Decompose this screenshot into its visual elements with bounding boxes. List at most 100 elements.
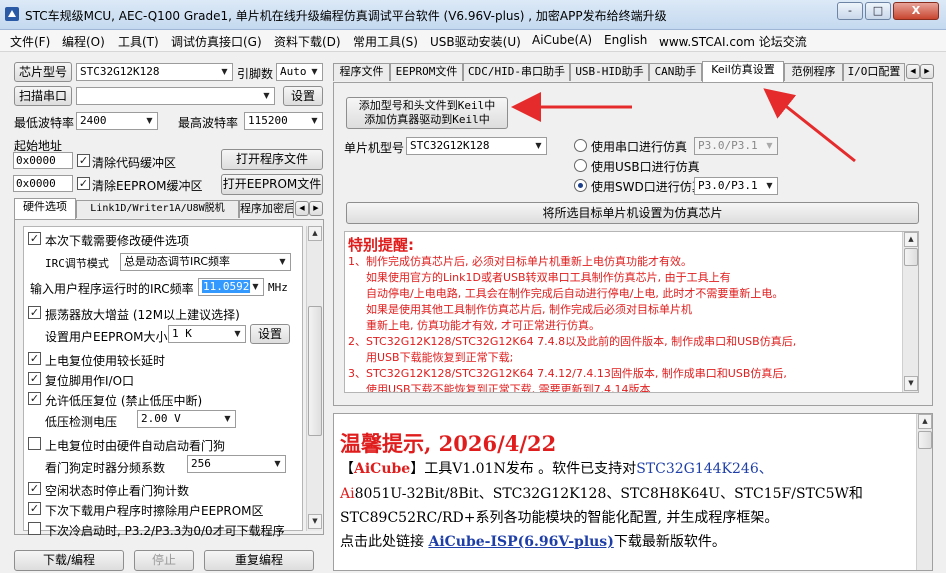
tab-sample-programs[interactable]: 范例程序 xyxy=(784,63,843,81)
serial-sim-radio[interactable] xyxy=(574,139,587,152)
usb-sim-radio[interactable] xyxy=(574,159,587,172)
tab-eeprom-file[interactable]: EEPROM文件 xyxy=(390,63,463,81)
news-scrollbar[interactable]: ▲ xyxy=(916,414,932,570)
open-program-file-button[interactable]: 打开程序文件 xyxy=(221,149,323,170)
scroll-down-icon[interactable]: ▼ xyxy=(308,514,322,529)
reset-pin-io-checkbox[interactable]: ✓ xyxy=(28,372,41,385)
eeprom-start-address-input[interactable]: 0x0000 xyxy=(13,175,73,192)
cold-boot-download-checkbox[interactable] xyxy=(28,522,41,535)
tab-io-config[interactable]: I/O口配置 xyxy=(843,63,905,81)
menu-tools[interactable]: 工具(T) xyxy=(118,33,159,50)
menu-debug[interactable]: 调试仿真接口(G) xyxy=(171,33,262,50)
tab-program-file[interactable]: 程序文件 xyxy=(333,63,390,81)
pin-count-select[interactable]: Auto ▼ xyxy=(276,63,323,81)
scroll-thumb[interactable] xyxy=(308,306,322,436)
idle-watchdog-stop-checkbox[interactable]: ✓ xyxy=(28,482,41,495)
max-baud-label: 最高波特率 xyxy=(178,116,239,130)
min-baud-select[interactable]: 2400 ▼ xyxy=(76,112,158,130)
tab-can-assistant[interactable]: CAN助手 xyxy=(649,63,702,81)
chevron-down-icon: ▼ xyxy=(252,282,259,291)
clear-code-buffer-checkbox[interactable]: ✓ xyxy=(77,154,90,167)
low-voltage-detect-select[interactable]: 2.00 V ▼ xyxy=(137,410,236,428)
irc-mode-select[interactable]: 总是动态调节IRC频率 ▼ xyxy=(120,253,291,271)
tab-scroll-left-icon[interactable]: ◀ xyxy=(295,201,309,216)
long-reset-delay-checkbox[interactable]: ✓ xyxy=(28,352,41,365)
notice-line: 自动停电/上电电路, 工具会在制作完成后自动进行停电/上电, 此时才不需要重新上… xyxy=(366,287,784,300)
scroll-up-icon[interactable]: ▲ xyxy=(904,232,918,247)
port-settings-button[interactable]: 设置 xyxy=(283,86,323,106)
watchdog-prescaler-select[interactable]: 256 ▼ xyxy=(187,455,286,473)
menu-common-tools[interactable]: 常用工具(S) xyxy=(353,33,418,50)
aicube-link[interactable]: AiCube xyxy=(354,461,410,477)
clear-eeprom-buffer-checkbox[interactable]: ✓ xyxy=(77,177,90,190)
window-title: STC车规级MCU, AEC-Q100 Grade1, 单片机在线升级编程仿真调… xyxy=(25,9,667,23)
chip-model-button[interactable]: 芯片型号 xyxy=(14,62,72,82)
eeprom-size-set-button[interactable]: 设置 xyxy=(250,324,290,344)
swd-sim-radio[interactable] xyxy=(574,179,587,192)
hardware-options-scrollbar[interactable]: ▲ ▼ xyxy=(306,226,322,531)
tab-scroll-left-icon[interactable]: ◀ xyxy=(906,64,920,79)
stop-button[interactable]: 停止 xyxy=(134,550,194,571)
news-title: 温馨提示, 2026/4/22 xyxy=(340,431,557,456)
erase-eeprom-checkbox[interactable]: ✓ xyxy=(28,502,41,515)
title-bar[interactable]: STC车规级MCU, AEC-Q100 Grade1, 单片机在线升级编程仿真调… xyxy=(0,0,946,30)
chevron-down-icon: ▼ xyxy=(221,67,228,76)
hw-watchdog-checkbox[interactable] xyxy=(28,437,41,450)
tab-scroll-right-icon[interactable]: ▶ xyxy=(920,64,934,79)
notice-line: 使用USB下载不能恢复到正常下载, 需要更新到7.4.14版本 xyxy=(366,383,651,393)
chip-model-select[interactable]: STC32G12K128 ▼ xyxy=(76,63,233,81)
osc-gain-checkbox[interactable]: ✓ xyxy=(28,306,41,319)
serial-sim-port-select[interactable]: P3.0/P3.1 ▼ xyxy=(694,137,778,155)
aicube-isp-download-link[interactable]: AiCube-ISP(6.96V-plus) xyxy=(428,534,613,550)
scroll-up-icon[interactable]: ▲ xyxy=(308,226,322,241)
eeprom-size-select[interactable]: 1 K ▼ xyxy=(168,325,246,343)
menu-program[interactable]: 编程(O) xyxy=(62,33,105,50)
cold-boot-download-label: 下次冷启动时, P3.2/P3.3为0/0才可下载程序 xyxy=(45,524,285,538)
download-program-button[interactable]: 下载/编程 xyxy=(14,550,124,571)
scan-port-button[interactable]: 扫描串口 xyxy=(14,86,72,106)
chevron-down-icon: ▼ xyxy=(535,141,542,150)
menu-website[interactable]: www.STCAI.com 论坛交流 xyxy=(659,33,807,50)
menu-aicube[interactable]: AiCube(A) xyxy=(532,33,592,47)
tab-program-encrypt[interactable]: 程序加密后 xyxy=(239,200,294,218)
set-sim-chip-button[interactable]: 将所选目标单片机设置为仿真芯片 xyxy=(346,202,919,224)
modify-hw-checkbox[interactable]: ✓ xyxy=(28,232,41,245)
open-eeprom-file-button[interactable]: 打开EEPROM文件 xyxy=(221,174,323,195)
notice-line: 3、STC32G12K128/STC32G12K64 7.4.12/7.4.13… xyxy=(348,367,787,380)
chevron-down-icon: ▼ xyxy=(224,414,231,423)
hardware-options-panel: ✓ 本次下载需要修改硬件选项 IRC调节模式 总是动态调节IRC频率 ▼ 输入用户… xyxy=(14,219,324,538)
swd-sim-port-select[interactable]: P3.0/P3.1 ▼ xyxy=(694,177,778,195)
tab-usb-hid-assistant[interactable]: USB-HID助手 xyxy=(570,63,649,81)
notice-scrollbar[interactable]: ▲ ▼ xyxy=(902,232,918,392)
chevron-down-icon: ▼ xyxy=(146,116,153,125)
scroll-thumb[interactable] xyxy=(904,248,918,266)
tab-keil-sim-settings[interactable]: Keil仿真设置 xyxy=(702,61,784,82)
minimize-button[interactable]: - xyxy=(837,2,863,20)
scroll-up-icon[interactable]: ▲ xyxy=(918,414,932,429)
tab-offline-programmer[interactable]: Link1D/Writer1A/U8W脱机 xyxy=(76,200,239,218)
menu-usb-driver[interactable]: USB驱动安装(U) xyxy=(430,33,521,50)
tab-cdc-serial-assistant[interactable]: CDC/HID-串口助手 xyxy=(463,63,570,81)
code-start-address-input[interactable]: 0x0000 xyxy=(13,152,73,169)
chevron-down-icon: ▼ xyxy=(311,116,318,125)
tab-scroll-right-icon[interactable]: ▶ xyxy=(309,201,323,216)
menu-download[interactable]: 资料下载(D) xyxy=(274,33,341,50)
add-to-keil-button[interactable]: 添加型号和头文件到Keil中 添加仿真器驱动到Keil中 xyxy=(346,97,508,129)
repeat-program-button[interactable]: 重复编程 xyxy=(204,550,314,571)
menu-file[interactable]: 文件(F) xyxy=(10,33,50,50)
serial-port-select[interactable]: ▼ xyxy=(76,87,275,105)
irc-frequency-select[interactable]: 11.0592 ▼ xyxy=(198,278,264,296)
maximize-button[interactable]: □ xyxy=(865,2,891,20)
pin-count-label: 引脚数 xyxy=(237,67,274,81)
watchdog-prescaler-label: 看门狗定时器分频系数 xyxy=(45,461,166,475)
mcu-model-select[interactable]: STC32G12K128 ▼ xyxy=(406,137,547,155)
low-voltage-reset-checkbox[interactable]: ✓ xyxy=(28,392,41,405)
max-baud-select[interactable]: 115200 ▼ xyxy=(244,112,323,130)
close-button[interactable]: X xyxy=(893,2,939,20)
osc-gain-label: 振荡器放大增益 (12M以上建议选择) xyxy=(45,308,240,322)
menu-english[interactable]: English xyxy=(604,33,647,47)
long-reset-delay-label: 上电复位使用较长延时 xyxy=(45,354,166,368)
scroll-thumb[interactable] xyxy=(918,431,932,449)
tab-hardware-options[interactable]: 硬件选项 xyxy=(14,198,76,219)
scroll-down-icon[interactable]: ▼ xyxy=(904,376,918,391)
